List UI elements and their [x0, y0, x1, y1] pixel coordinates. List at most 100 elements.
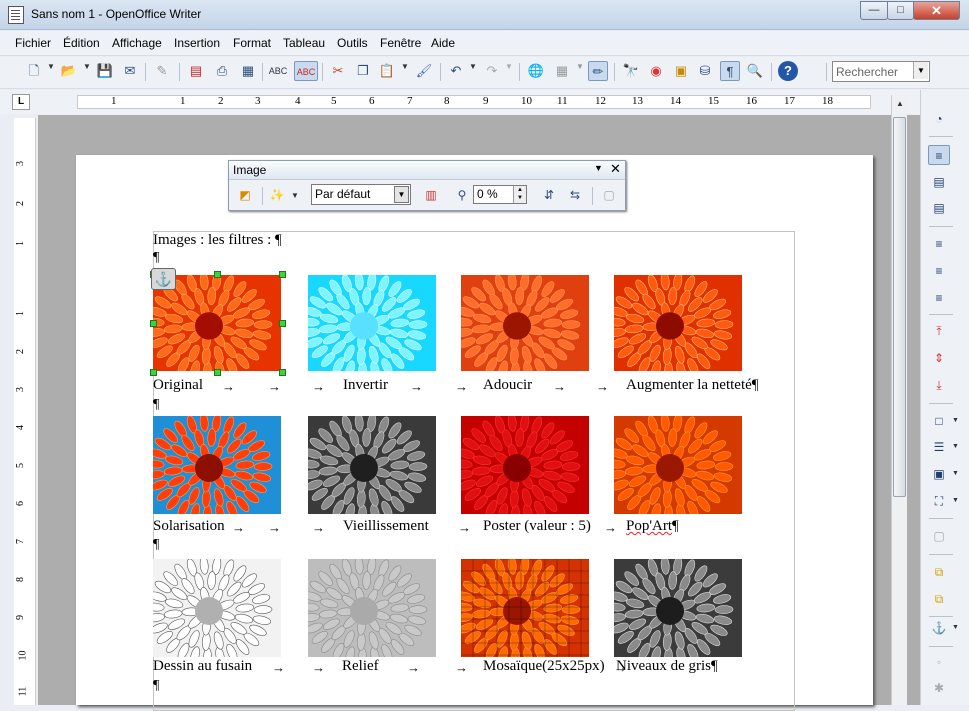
formatting-marks-icon[interactable]: ¶: [720, 61, 740, 81]
anchor-icon[interactable]: ⚓: [151, 268, 176, 290]
table-icon[interactable]: ▦: [552, 61, 572, 81]
new-dropdown-icon[interactable]: ▼: [47, 62, 55, 71]
selection-handle[interactable]: [150, 320, 157, 327]
tab-type-selector[interactable]: L: [12, 94, 30, 110]
wrap-page-icon[interactable]: ▤: [928, 172, 950, 192]
image-aging[interactable]: [308, 416, 436, 514]
undo-dropdown-icon[interactable]: ▼: [469, 62, 477, 71]
undo-icon[interactable]: ↶: [446, 61, 466, 81]
maximize-button[interactable]: □: [887, 1, 914, 20]
save-icon[interactable]: 💾: [95, 61, 115, 81]
image-charcoal[interactable]: [153, 559, 281, 657]
redo-dropdown-icon[interactable]: ▼: [505, 62, 513, 71]
data-sources-icon[interactable]: ⛁: [695, 61, 715, 81]
menu-insertion[interactable]: Insertion: [174, 36, 220, 50]
anchor-dropdown-icon[interactable]: ▼: [952, 624, 959, 631]
image-poster[interactable]: [461, 416, 589, 514]
horizontal-ruler[interactable]: L 1 1 2 3 4 5 6 7 8 9 10 11 12 13 14 15 16 17 18: [0, 90, 920, 114]
table-dropdown-icon[interactable]: ▼: [576, 62, 584, 71]
email-icon[interactable]: ✉: [120, 61, 140, 81]
border-style-dropdown-icon[interactable]: ▼: [952, 443, 959, 450]
align-middle-icon[interactable]: ⇕: [928, 348, 950, 368]
redo-icon[interactable]: ↷: [482, 61, 502, 81]
writer-app-icon[interactable]: [8, 6, 24, 24]
menu-outils[interactable]: Outils: [337, 36, 368, 50]
selection-handle[interactable]: [214, 369, 221, 376]
spellcheck-icon[interactable]: ABC: [268, 61, 288, 81]
select-arrow-icon[interactable]: ▼: [394, 186, 409, 203]
spin-buttons-icon[interactable]: ▲ ▼: [513, 186, 526, 203]
hyperlink-icon[interactable]: 🌐: [526, 61, 546, 81]
border-color-dropdown-icon[interactable]: ▼: [952, 470, 959, 477]
filter-wand-icon[interactable]: ✨: [267, 186, 287, 204]
paste-icon[interactable]: 📋: [377, 61, 397, 81]
background-color-icon[interactable]: ⛶: [928, 491, 950, 511]
image-mosaic[interactable]: [461, 559, 589, 657]
toolbar-close-icon[interactable]: ✕: [610, 161, 621, 177]
selection-handle[interactable]: [214, 271, 221, 278]
bring-to-front-icon[interactable]: ⧉: [928, 562, 950, 582]
open-dropdown-icon[interactable]: ▼: [83, 62, 91, 71]
menu-fenetre[interactable]: Fenêtre: [380, 36, 421, 50]
border-style-icon[interactable]: ☰: [928, 437, 950, 457]
print-preview-icon[interactable]: ▦: [238, 61, 258, 81]
border-color-icon[interactable]: ▣: [928, 464, 950, 484]
flip-horizontal-icon[interactable]: ⇆: [565, 186, 585, 204]
background-color-dropdown-icon[interactable]: ▼: [952, 497, 959, 504]
menu-fichier[interactable]: Fichier: [15, 36, 51, 50]
new-document-icon[interactable]: 🗋: [24, 61, 44, 81]
clone-format-icon[interactable]: 🖌: [414, 61, 434, 81]
color-icon[interactable]: ▥: [421, 186, 441, 204]
menu-tableau[interactable]: Tableau: [283, 36, 325, 50]
cut-icon[interactable]: ✂: [328, 61, 348, 81]
borders-icon[interactable]: □: [928, 411, 950, 431]
filter-dropdown-icon[interactable]: ▼: [291, 191, 299, 200]
image-invert[interactable]: [308, 275, 436, 371]
menu-edition[interactable]: Édition: [63, 36, 100, 50]
transparency-field[interactable]: 0 % ▲ ▼: [473, 185, 527, 204]
search-dropdown-icon[interactable]: ▼: [913, 62, 928, 79]
wrap-through-icon[interactable]: ▤: [928, 198, 950, 218]
frame-properties-icon[interactable]: ▢: [928, 526, 950, 546]
vertical-scrollbar[interactable]: ▲: [891, 95, 907, 705]
print-icon[interactable]: ⎙: [212, 61, 232, 81]
navigator-icon[interactable]: ◉: [646, 61, 666, 81]
align-right-icon[interactable]: ≡: [928, 288, 950, 308]
menu-affichage[interactable]: Affichage: [112, 36, 162, 50]
edit-points-icon[interactable]: ✱: [928, 678, 950, 698]
picture-properties-icon[interactable]: ▢: [599, 186, 619, 204]
selection-handle[interactable]: [279, 271, 286, 278]
image-sharpen[interactable]: [614, 275, 742, 371]
minimize-button[interactable]: —: [860, 1, 888, 20]
flip-vertical-icon[interactable]: ⇵: [539, 186, 559, 204]
export-pdf-icon[interactable]: ▤: [186, 61, 206, 81]
menu-format[interactable]: Format: [233, 36, 271, 50]
image-soften[interactable]: [461, 275, 589, 371]
close-window-button[interactable]: ✕: [913, 1, 960, 20]
find-replace-icon[interactable]: 🔭: [621, 61, 641, 81]
send-to-back-icon[interactable]: ⧉: [928, 589, 950, 609]
copy-icon[interactable]: ❐: [353, 61, 373, 81]
graphic-icon[interactable]: ◔: [928, 109, 950, 129]
image-grayscale[interactable]: [614, 559, 742, 657]
selection-handle[interactable]: [279, 320, 286, 327]
gallery-icon[interactable]: ▣: [671, 61, 691, 81]
graphics-mode-select[interactable]: Par défaut ▼: [311, 184, 411, 205]
edit-file-icon[interactable]: ✎: [152, 61, 172, 81]
align-left-icon[interactable]: ≡: [928, 234, 950, 254]
align-top-icon[interactable]: ⤒: [928, 321, 950, 341]
image-popart[interactable]: [614, 416, 742, 514]
anchor-change-icon[interactable]: ⚓: [928, 618, 950, 638]
vertical-ruler[interactable]: 3 2 1 1 2 3 4 5 6 7 8 9 10 11: [14, 118, 36, 705]
scroll-up-icon[interactable]: ▲: [892, 95, 908, 112]
autospellcheck-icon[interactable]: ABC: [294, 61, 318, 81]
toolbar-menu-icon[interactable]: ▼: [594, 163, 603, 173]
exit-group-icon[interactable]: ◦: [928, 652, 950, 672]
menu-aide[interactable]: Aide: [431, 36, 455, 50]
align-bottom-icon[interactable]: ⤓: [928, 375, 950, 395]
scrollbar-thumb[interactable]: [893, 117, 906, 497]
insert-picture-icon[interactable]: ◩: [235, 186, 255, 204]
zoom-icon[interactable]: 🔍: [745, 61, 765, 81]
paste-dropdown-icon[interactable]: ▼: [401, 62, 409, 71]
align-center-icon[interactable]: ≡: [928, 261, 950, 281]
